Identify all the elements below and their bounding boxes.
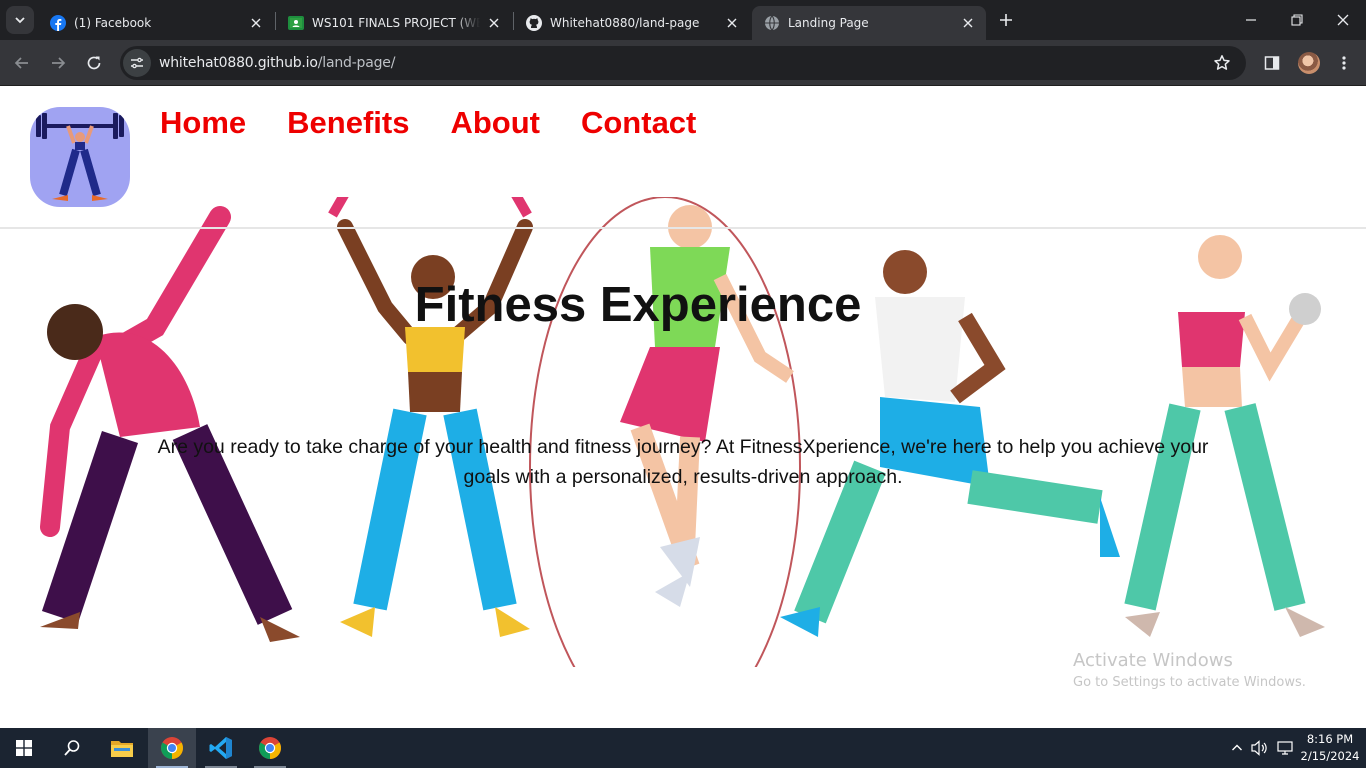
- minimize-icon: [1246, 19, 1256, 21]
- nav-benefits-link[interactable]: Benefits: [287, 105, 409, 141]
- url-host: whitehat0880.github.io: [159, 55, 318, 71]
- tab-facebook[interactable]: (1) Facebook: [38, 6, 274, 40]
- network-icon: [1277, 741, 1293, 755]
- taskbar-file-explorer[interactable]: [98, 728, 146, 768]
- windows-taskbar: 8:16 PM 2/15/2024: [0, 728, 1366, 768]
- reload-icon: [87, 56, 101, 70]
- tab-title: Landing Page: [788, 16, 869, 30]
- nav-about-link[interactable]: About: [450, 105, 540, 141]
- activate-windows-watermark: Activate Windows Go to Settings to activ…: [1073, 650, 1306, 690]
- volume-button[interactable]: [1250, 728, 1270, 768]
- chevron-up-icon: [1232, 744, 1242, 751]
- close-window-button[interactable]: [1320, 0, 1366, 40]
- close-icon[interactable]: [724, 15, 740, 31]
- browser-toolbar: whitehat0880.github.io/land-page/: [0, 40, 1366, 86]
- hero-title: Fitness Experience: [414, 278, 862, 332]
- close-icon: [1337, 14, 1349, 26]
- tab-title: WS101 FINALS PROJECT (WEB DEV): [312, 16, 480, 30]
- url-path: /land-page/: [317, 55, 396, 71]
- reload-button[interactable]: [82, 51, 106, 75]
- tab-strip: (1) Facebook WS101 FINALS PROJECT (WEB D…: [0, 0, 1366, 40]
- start-icon: [16, 740, 32, 756]
- chrome-icon: [259, 737, 281, 759]
- menu-button[interactable]: [1332, 51, 1356, 75]
- close-icon[interactable]: [248, 15, 264, 31]
- nav-contact-link[interactable]: Contact: [581, 105, 696, 141]
- hero-description: Are you ready to take charge of your hea…: [157, 436, 1209, 488]
- back-button[interactable]: [10, 51, 34, 75]
- file-explorer-icon: [111, 741, 133, 757]
- close-icon[interactable]: [960, 15, 976, 31]
- volume-icon: [1251, 740, 1267, 756]
- address-bar[interactable]: whitehat0880.github.io/land-page/: [120, 46, 1246, 80]
- url-text: whitehat0880.github.io/land-page/: [159, 55, 395, 71]
- tab-github[interactable]: Whitehat0880/land-page: [514, 6, 750, 40]
- google-classroom-icon: [288, 15, 304, 31]
- profile-avatar[interactable]: [1298, 52, 1320, 74]
- side-panel-icon: [1264, 56, 1280, 70]
- github-icon: [526, 15, 542, 31]
- weightlifter-logo-icon: [36, 113, 124, 201]
- arrow-right-icon: [52, 57, 66, 69]
- clock-date: 2/15/2024: [1300, 749, 1360, 763]
- system-clock[interactable]: 8:16 PM 2/15/2024: [1300, 731, 1360, 765]
- tab-title: (1) Facebook: [74, 16, 152, 30]
- side-panel-button[interactable]: [1260, 51, 1284, 75]
- minimize-button[interactable]: [1228, 0, 1274, 40]
- facebook-icon: [50, 15, 66, 31]
- forward-button[interactable]: [46, 51, 70, 75]
- main-nav: Home Benefits About Contact: [160, 105, 696, 141]
- taskbar-search-button[interactable]: [48, 728, 96, 768]
- network-button[interactable]: [1274, 728, 1296, 768]
- site-logo[interactable]: [30, 107, 130, 207]
- taskbar-chrome-2[interactable]: [246, 728, 294, 768]
- restore-button[interactable]: [1274, 0, 1320, 40]
- tab-ws101[interactable]: WS101 FINALS PROJECT (WEB DEV): [276, 6, 512, 40]
- clock-time: 8:16 PM: [1306, 732, 1354, 746]
- vscode-icon: [209, 737, 232, 759]
- nav-home-link[interactable]: Home: [160, 105, 246, 141]
- site-settings-icon[interactable]: [123, 49, 151, 77]
- tab-landing-page[interactable]: Landing Page: [752, 6, 986, 40]
- search-icon: [64, 740, 80, 756]
- show-hidden-icons-button[interactable]: [1228, 728, 1246, 768]
- chrome-icon: [161, 737, 183, 759]
- globe-icon: [764, 15, 780, 31]
- bookmark-star-icon[interactable]: [1212, 53, 1232, 73]
- tab-search-button[interactable]: [6, 6, 34, 34]
- close-icon[interactable]: [486, 15, 502, 31]
- arrow-left-icon: [14, 57, 28, 69]
- restore-icon: [1291, 14, 1303, 26]
- taskbar-chrome[interactable]: [148, 728, 196, 768]
- plus-icon: [1000, 14, 1012, 26]
- tab-title: Whitehat0880/land-page: [550, 16, 700, 30]
- watermark-subtitle: Go to Settings to activate Windows.: [1073, 675, 1306, 690]
- web-page: Home Benefits About Contact Fitness Expe…: [0, 87, 1366, 728]
- watermark-title: Activate Windows: [1073, 650, 1233, 671]
- taskbar-vscode[interactable]: [197, 728, 245, 768]
- dumbbell-person-figure: [328, 197, 533, 637]
- start-button[interactable]: [0, 728, 48, 768]
- chevron-down-icon: [15, 17, 25, 24]
- more-vertical-icon: [1342, 56, 1346, 70]
- site-header: Home Benefits About Contact: [0, 87, 1366, 229]
- new-tab-button[interactable]: [994, 8, 1018, 32]
